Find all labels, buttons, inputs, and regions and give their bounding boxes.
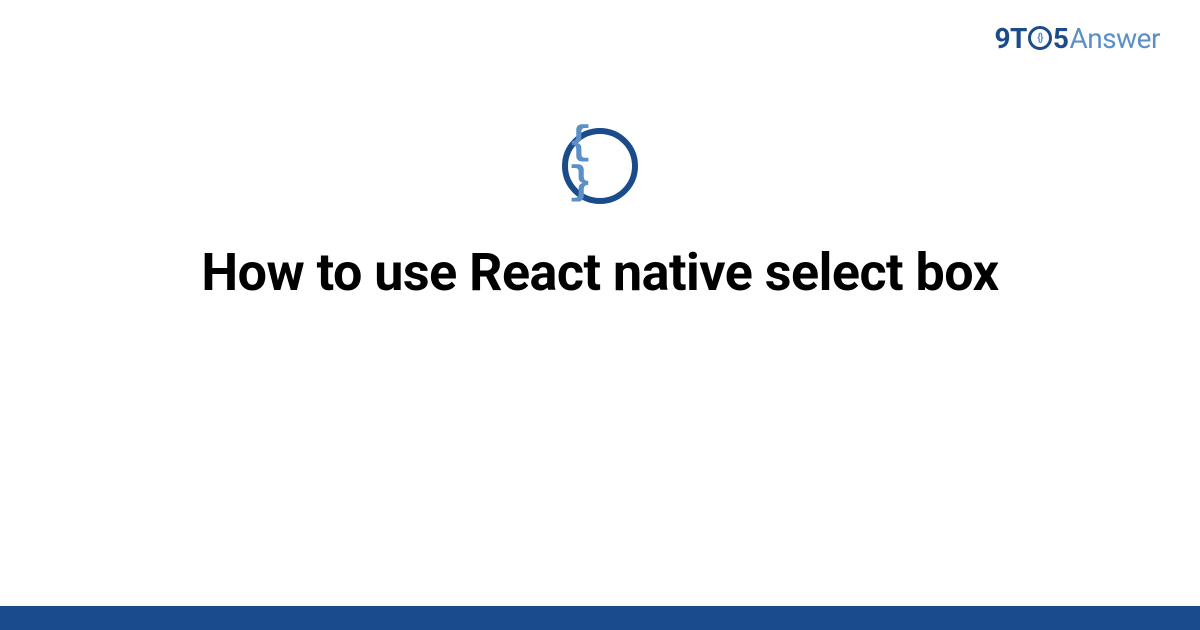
brand-prefix: 9T: [994, 22, 1026, 55]
main-content: { } How to use React native select box: [0, 128, 1200, 303]
brand-suffix: Answer: [1069, 22, 1160, 55]
brand-five: 5: [1053, 22, 1069, 55]
code-icon: { }: [562, 128, 638, 204]
page-title: How to use React native select box: [201, 242, 998, 303]
braces-icon: { }: [568, 124, 632, 204]
brand-logo: 9T {} 5 Answer: [994, 22, 1160, 55]
brand-circle-icon: {}: [1028, 26, 1052, 50]
footer-bar: [0, 606, 1200, 630]
brand-circle-inner: {}: [1037, 31, 1042, 44]
